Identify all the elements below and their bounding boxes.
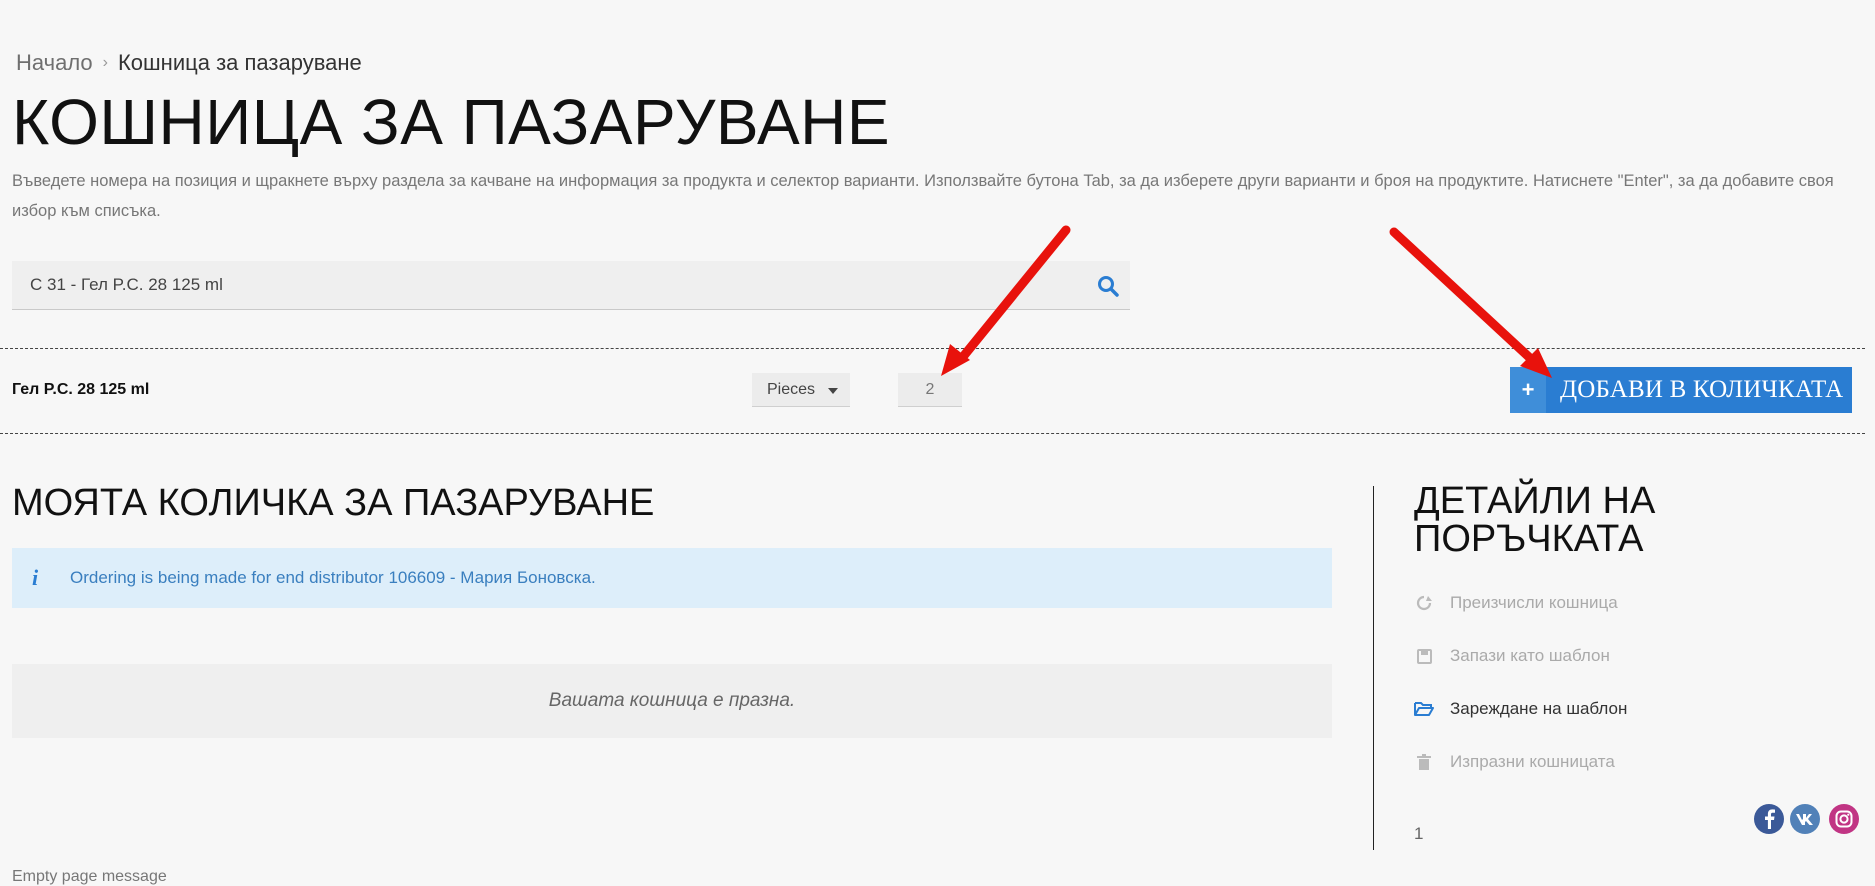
load-template-button[interactable]: Зареждане на шаблон [1414, 699, 1627, 719]
vk-icon[interactable] [1790, 804, 1820, 834]
distributor-info-text: Ordering is being made for end distribut… [70, 568, 596, 587]
add-to-cart-label: ДОБАВИ В КОЛИЧКАТА [1560, 376, 1844, 403]
plus-icon: + [1510, 367, 1546, 413]
empty-cart-button[interactable]: Изпразни кошницата [1414, 752, 1615, 772]
empty-cart-message: Вашата кошница е празна. [12, 664, 1332, 738]
divider-bottom [0, 433, 1865, 434]
save-template-button[interactable]: Запази като шаблон [1414, 646, 1610, 666]
save-template-label: Запази като шаблон [1450, 646, 1610, 665]
search-input[interactable] [12, 261, 1072, 309]
breadcrumb: Начало › Кошница за пазаруване [16, 50, 362, 76]
breadcrumb-current: Кошница за пазаруване [117, 50, 362, 75]
order-details-title: ДЕТАЙЛИ НА ПОРЪЧКАТА [1414, 480, 1656, 560]
unit-select[interactable]: Pieces [752, 373, 850, 407]
page-title: КОШНИЦА ЗА ПАЗАРУВАНЕ [12, 86, 891, 158]
intro-text: Въведете номера на позиция и щракнете въ… [12, 172, 1834, 220]
divider-top [0, 348, 1865, 349]
folder-open-icon [1414, 699, 1434, 719]
cart-title: МОЯТА КОЛИЧКА ЗА ПАЗАРУВАНЕ [12, 482, 655, 524]
breadcrumb-separator-icon: › [102, 54, 108, 71]
search-box [12, 261, 1130, 310]
load-template-label: Зареждане на шаблон [1450, 699, 1628, 718]
recalculate-cart-button[interactable]: Преизчисли кошница [1414, 593, 1618, 613]
unit-select-value: Pieces [767, 380, 816, 398]
distributor-info-box: i Ordering is being made for end distrib… [12, 548, 1332, 608]
breadcrumb-home-link[interactable]: Начало [16, 50, 93, 76]
save-icon [1414, 646, 1434, 666]
product-name: Гел P.C. 28 125 ml [12, 381, 150, 398]
recalculate-cart-label: Преизчисли кошница [1450, 593, 1618, 612]
instagram-icon[interactable] [1829, 804, 1859, 834]
add-to-cart-button[interactable]: + ДОБАВИ В КОЛИЧКАТА [1510, 367, 1852, 413]
search-icon[interactable] [1096, 274, 1120, 298]
info-icon: i [32, 565, 39, 590]
quantity-input[interactable] [898, 373, 962, 407]
empty-page-message: Empty page message [12, 868, 167, 885]
facebook-icon[interactable] [1754, 804, 1784, 834]
sidebar-number: 1 [1414, 824, 1424, 843]
empty-cart-label: Изпразни кошницата [1450, 752, 1615, 771]
chevron-down-icon [828, 388, 838, 394]
sidebar-divider [1373, 486, 1374, 850]
trash-icon [1414, 752, 1434, 772]
recalculate-icon [1414, 593, 1434, 613]
annotation-arrow-add-button [1389, 227, 1552, 378]
